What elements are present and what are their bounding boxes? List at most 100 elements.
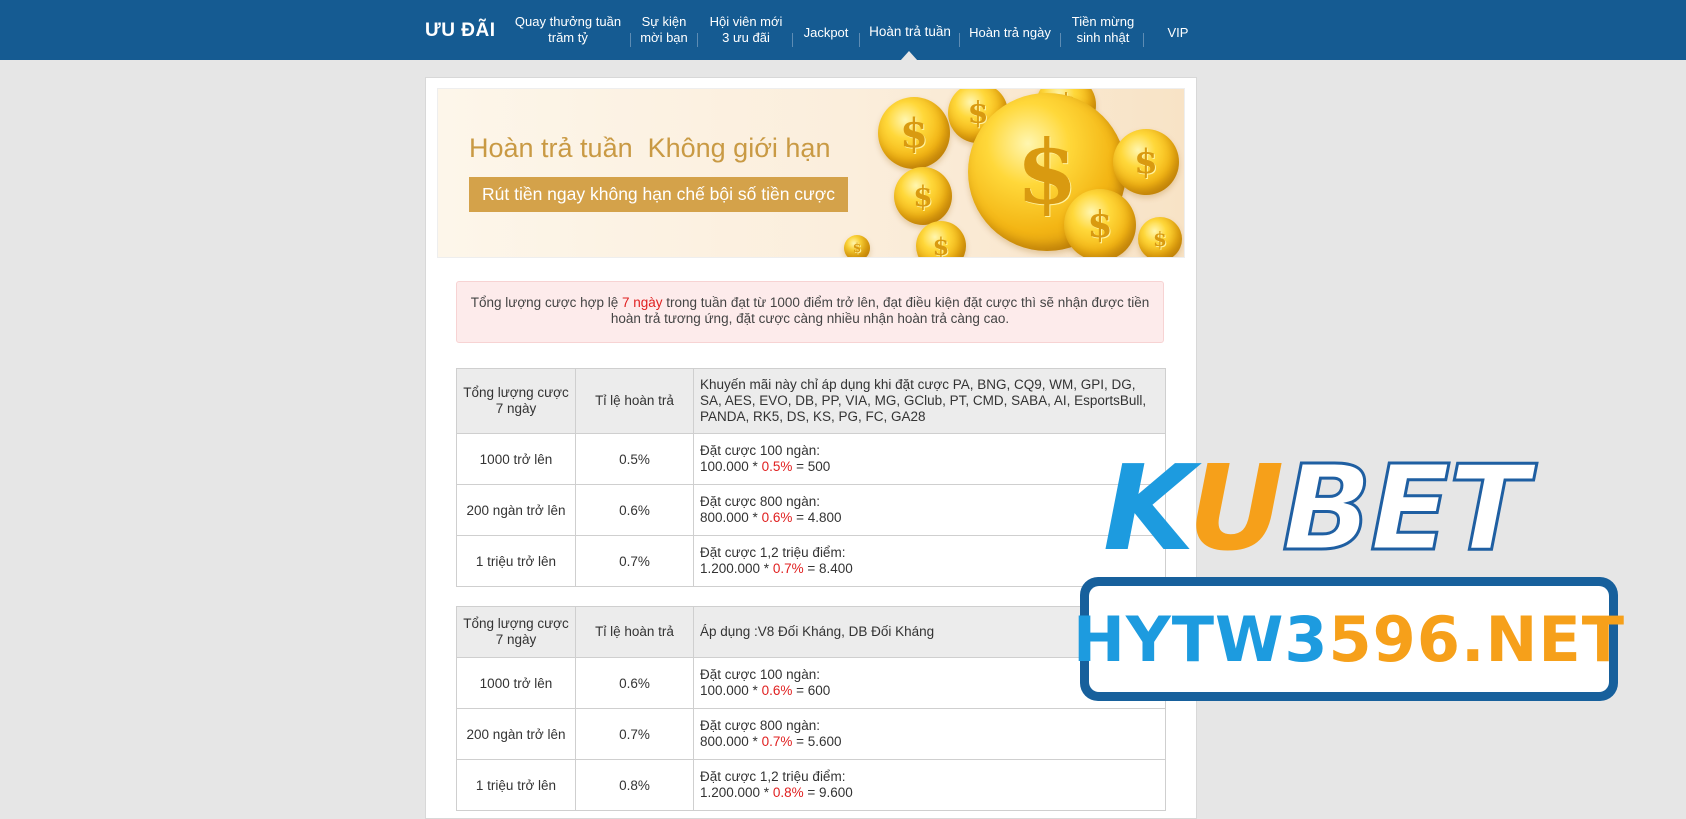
notice-text: Tổng lượng cược hợp lệ xyxy=(470,295,622,310)
example-cell: Đặt cược 1,2 triệu điểm: 1.200.000 * 0.8%… xyxy=(693,759,1166,811)
example-rate: 0.6% xyxy=(761,510,793,525)
nav-item-line1: Sự kiện xyxy=(641,14,687,29)
nav-separator xyxy=(792,33,793,47)
nav-item-birthday-bonus[interactable]: Tiền mừng sinh nhật xyxy=(1066,0,1140,60)
domain-part-blue: HYTW3 xyxy=(1072,602,1329,676)
header-applicable-note: Khuyến mãi này chỉ áp dụng khi đặt cược … xyxy=(693,368,1166,434)
example-title: Đặt cược 100 ngàn: xyxy=(700,667,820,682)
rate-cell: 0.7% xyxy=(575,535,694,587)
example-cell: Đặt cược 800 ngàn: 800.000 * 0.7% = 5.600 xyxy=(693,708,1166,760)
example-base: 1.200.000 * xyxy=(700,561,773,576)
nav-item-jackpot[interactable]: Jackpot xyxy=(798,0,854,60)
tier-cell: 1 triệu trở lên xyxy=(456,759,576,811)
nav-item-line2: trăm tỷ xyxy=(548,30,588,45)
example-base: 100.000 * xyxy=(700,683,762,698)
example-cell: Đặt cược 800 ngàn: 800.000 * 0.6% = 4.800 xyxy=(693,484,1166,536)
domain-part-orange: 596.NET xyxy=(1328,602,1626,676)
rate-cell: 0.8% xyxy=(575,759,694,811)
logo-letter-k: K xyxy=(1103,439,1190,577)
gold-coin-icon: $ xyxy=(1113,129,1179,195)
active-tab-caret xyxy=(900,51,918,61)
rate-cell: 0.6% xyxy=(575,657,694,709)
table-row: 1000 trở lên 0.6% Đặt cược 100 ngàn: 100.… xyxy=(456,657,1166,709)
nav-item-line1: Tiền mừng xyxy=(1071,14,1135,29)
example-result: = 8.400 xyxy=(803,561,853,576)
example-result: = 4.800 xyxy=(792,510,842,525)
nav-separator xyxy=(959,33,960,47)
logo-letter-u: U xyxy=(1188,439,1284,577)
example-base: 1.200.000 * xyxy=(700,785,773,800)
nav-item-line1: Hoàn trả ngày xyxy=(969,25,1051,40)
example-result: = 5.600 xyxy=(792,734,842,749)
promo-banner: Hoàn trả tuần Không giới hạn Rút tiền ng… xyxy=(437,88,1185,258)
example-base: 100.000 * xyxy=(700,459,762,474)
example-cell: Đặt cược 100 ngàn: 100.000 * 0.5% = 500 xyxy=(693,433,1166,485)
banner-title: Hoàn trả tuần Không giới hạn xyxy=(469,133,831,163)
example-result: = 600 xyxy=(792,683,831,698)
gold-coin-icon: $ xyxy=(844,235,870,257)
top-nav-bar: ƯU ĐÃI Quay thưởng tuần trăm tỷ Sự kiện mờ… xyxy=(0,0,1686,61)
tier-cell: 1000 trở lên xyxy=(456,657,576,709)
nav-brand-title[interactable]: ƯU ĐÃI xyxy=(425,20,495,42)
nav-item-line1: VIP xyxy=(1167,25,1189,40)
eligibility-notice: Tổng lượng cược hợp lệ 7 ngày trong tuần… xyxy=(456,281,1164,343)
table-row: 1 triệu trở lên 0.7% Đặt cược 1,2 triệu … xyxy=(456,535,1166,587)
example-result: = 9.600 xyxy=(803,785,853,800)
gold-coin-icon: $ xyxy=(878,97,950,169)
nav-separator xyxy=(1060,33,1061,47)
domain-watermark-text: HYTW3 596.NET xyxy=(1073,586,1624,692)
nav-item-line1: Hội viên mới xyxy=(709,14,783,29)
tier-cell: 200 ngàn trở lên xyxy=(456,708,576,760)
table-header-row: Tổng lượng cược 7 ngày Tỉ lệ hoàn trả Kh… xyxy=(456,368,1166,434)
example-title: Đặt cược 800 ngàn: xyxy=(700,494,820,509)
example-title: Đặt cược 1,2 triệu điểm: xyxy=(700,769,846,784)
tier-cell: 200 ngàn trở lên xyxy=(456,484,576,536)
nav-separator xyxy=(697,33,698,47)
nav-item-daily-rebate[interactable]: Hoàn trả ngày xyxy=(964,0,1056,60)
nav-item-invite-friends[interactable]: Sự kiện mời bạn xyxy=(634,0,694,60)
banner-subtitle: Rút tiền ngay không hạn chế bội số tiền … xyxy=(469,177,848,212)
example-rate: 0.8% xyxy=(772,785,804,800)
domain-watermark-box: HYTW3 596.NET xyxy=(1073,577,1624,701)
example-result: = 500 xyxy=(792,459,831,474)
gold-coin-icon: $ xyxy=(1138,217,1182,257)
nav-item-weekly-lottery[interactable]: Quay thưởng tuần trăm tỷ xyxy=(510,0,626,60)
example-rate: 0.5% xyxy=(761,459,793,474)
example-title: Đặt cược 100 ngàn: xyxy=(700,443,820,458)
example-rate: 0.6% xyxy=(761,683,793,698)
gold-coin-icon: $ xyxy=(894,167,952,225)
nav-item-line1: Hoàn trả tuần xyxy=(869,24,951,39)
nav-item-line1: Quay thưởng tuần xyxy=(514,14,622,29)
example-title: Đặt cược 800 ngàn: xyxy=(700,718,820,733)
example-base: 800.000 * xyxy=(700,510,762,525)
rebate-table-1: Tổng lượng cược 7 ngày Tỉ lệ hoàn trả Kh… xyxy=(456,368,1166,587)
nav-item-line2: sinh nhật xyxy=(1076,30,1130,45)
nav-separator xyxy=(859,33,860,47)
notice-text: trong tuần đạt từ 1000 điểm trở lên, đạt… xyxy=(610,295,1150,326)
gold-coin-icon: $ xyxy=(1064,189,1136,257)
nav-separator xyxy=(630,33,631,47)
example-title: Đặt cược 1,2 triệu điểm: xyxy=(700,545,846,560)
table-row: 200 ngàn trở lên 0.7% Đặt cược 800 ngàn:… xyxy=(456,708,1166,760)
rate-cell: 0.6% xyxy=(575,484,694,536)
nav-item-line2: 3 ưu đãi xyxy=(722,30,770,45)
content-panel: Hoàn trả tuần Không giới hạn Rút tiền ng… xyxy=(425,77,1197,819)
header-rebate-rate: Tỉ lệ hoàn trả xyxy=(575,368,694,434)
logo-word-bet: BET xyxy=(1281,439,1531,577)
table-header-row: Tổng lượng cược 7 ngày Tỉ lệ hoàn trả Áp… xyxy=(456,606,1166,658)
header-rebate-rate: Tỉ lệ hoàn trả xyxy=(575,606,694,658)
nav-item-line2: mời bạn xyxy=(640,30,688,45)
nav-item-line1: Jackpot xyxy=(803,25,849,40)
kubet-logo: KUBET xyxy=(1103,448,1531,569)
gold-coin-icon: $ xyxy=(916,221,966,257)
table-row: 200 ngàn trở lên 0.6% Đặt cược 800 ngàn:… xyxy=(456,484,1166,536)
tier-cell: 1 triệu trở lên xyxy=(456,535,576,587)
rate-cell: 0.5% xyxy=(575,433,694,485)
example-rate: 0.7% xyxy=(761,734,793,749)
nav-item-new-member[interactable]: Hội viên mới 3 ưu đãi xyxy=(702,0,790,60)
example-base: 800.000 * xyxy=(700,734,762,749)
table-row: 1 triệu trở lên 0.8% Đặt cược 1,2 triệu … xyxy=(456,759,1166,811)
header-total-bet: Tổng lượng cược 7 ngày xyxy=(456,606,576,658)
rebate-table-2: Tổng lượng cược 7 ngày Tỉ lệ hoàn trả Áp… xyxy=(456,606,1166,811)
nav-item-vip[interactable]: VIP xyxy=(1150,0,1206,60)
